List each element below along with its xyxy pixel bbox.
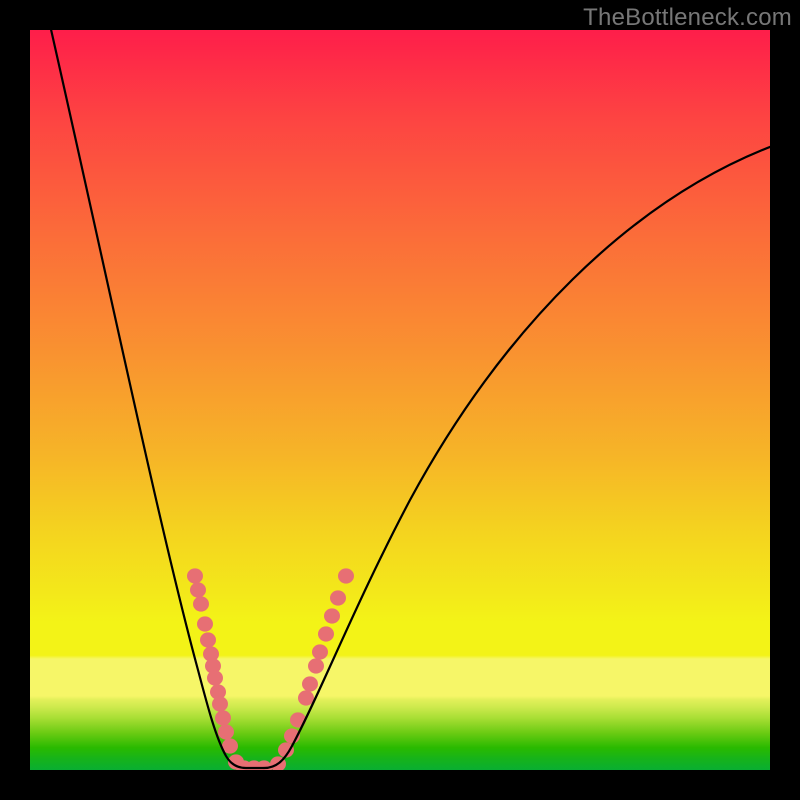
watermark-text: TheBottleneck.com: [583, 4, 792, 32]
marker-right-6: [308, 658, 324, 673]
marker-left-9: [212, 696, 228, 711]
marker-right-10: [330, 590, 346, 605]
marker-left-2: [193, 596, 209, 611]
marker-right-4: [298, 690, 314, 705]
marker-right-11: [338, 568, 354, 583]
chart-frame: TheBottleneck.com: [0, 0, 800, 800]
marker-right-5: [302, 676, 318, 691]
plot-area: [30, 30, 770, 770]
curve-left-curve: [50, 30, 264, 768]
chart-svg: [30, 30, 770, 770]
marker-left-1: [190, 582, 206, 597]
marker-left-7: [207, 670, 223, 685]
marker-right-8: [318, 626, 334, 641]
marker-left-3: [197, 616, 213, 631]
marker-left-11: [218, 724, 234, 739]
curves-layer: [50, 30, 770, 768]
marker-right-7: [312, 644, 328, 659]
marker-left-4: [200, 632, 216, 647]
curve-right-curve: [264, 145, 770, 768]
marker-right-9: [324, 608, 340, 623]
marker-left-10: [215, 710, 231, 725]
marker-left-0: [187, 568, 203, 583]
